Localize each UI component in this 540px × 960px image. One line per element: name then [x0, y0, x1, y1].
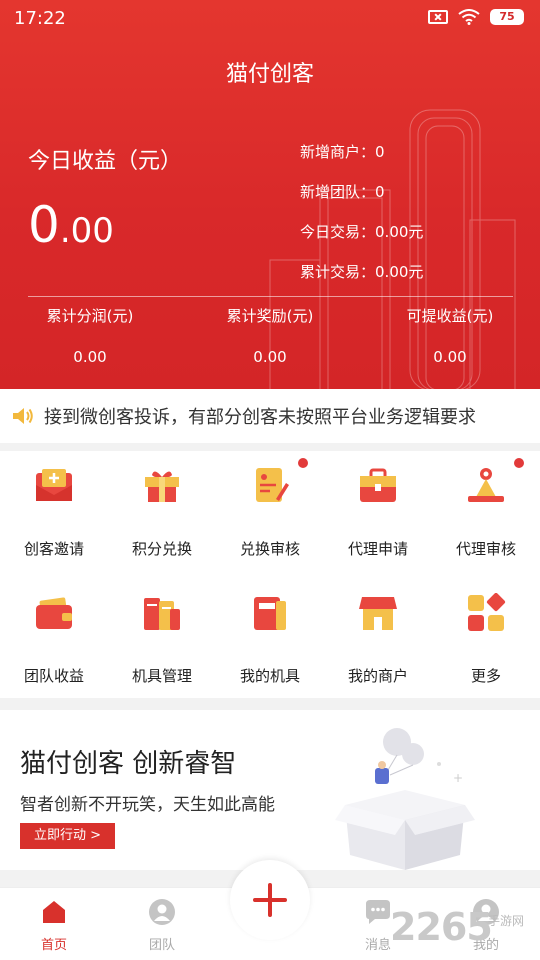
stat-value: 0	[375, 143, 385, 161]
gift-icon	[145, 471, 179, 502]
team-icon	[149, 899, 175, 925]
header: 17:22 75 猫付创客 今日收益（元） 0.00 新增商户： 0 新增团队： 0…	[0, 0, 540, 389]
stat-new-team: 新增团队： 0	[300, 180, 423, 220]
menu-grid: 创客邀请 积分兑换 兑换审核 代理申请 代理审核 团队收益 机具管理 我的机具 …	[0, 451, 540, 698]
total-value: 0.00	[253, 348, 287, 366]
notice-text: 接到微创客投诉，有部分创客未按照平台业务逻辑要求	[44, 407, 476, 428]
divider	[28, 296, 513, 297]
menu-item-label: 代理申请	[347, 540, 408, 558]
status-bar: 17:22 75	[0, 0, 540, 36]
menu-item-label: 我的机具	[239, 667, 300, 685]
status-time: 17:22	[14, 8, 66, 29]
stat-new-merchants: 新增商户： 0	[300, 140, 423, 180]
notification-dot	[298, 458, 308, 468]
total-value: 0.00	[433, 348, 467, 366]
invite-icon	[36, 469, 72, 501]
add-button[interactable]	[230, 860, 310, 940]
total-label: 可提收益(元)	[406, 307, 494, 325]
act-now-button[interactable]: 立即行动 >	[20, 823, 115, 849]
speaker-icon	[13, 408, 33, 424]
menu-item-more[interactable]: 更多	[432, 579, 540, 703]
gift-box-illustration: +	[335, 728, 475, 870]
stat-value: 0.00元	[375, 263, 424, 281]
stat-value: 0.00元	[375, 223, 424, 241]
wallet-icon	[36, 597, 72, 629]
menu-item-team-earnings[interactable]: 团队收益	[0, 579, 108, 703]
total-label: 累计分润(元)	[46, 307, 134, 325]
page-title: 猫付创客	[225, 62, 314, 87]
agent-review-icon	[468, 468, 504, 502]
review-doc-icon	[256, 468, 289, 502]
earnings-decimal: .00	[59, 211, 114, 251]
menu-item-label: 更多	[470, 667, 501, 685]
menu-item-exchange-review[interactable]: 兑换审核	[216, 451, 324, 575]
message-icon	[366, 900, 390, 924]
banner-title: 猫付创客 创新睿智	[20, 749, 237, 779]
plus-icon	[253, 883, 287, 917]
svg-text:+: +	[453, 771, 463, 785]
total-value: 0.00	[73, 348, 107, 366]
menu-item-my-devices[interactable]: 我的机具	[216, 579, 324, 703]
watermark-text: 手游网	[488, 914, 525, 928]
menu-item-label: 团队收益	[23, 667, 84, 685]
watermark-logo: 2265	[390, 905, 493, 949]
home-icon	[43, 901, 65, 923]
total-label: 累计奖励(元)	[226, 307, 314, 325]
nav-label: 首页	[40, 938, 67, 953]
stat-label: 新增团队：	[300, 183, 376, 201]
daily-stats: 新增商户： 0 新增团队： 0 今日交易： 0.00元 累计交易： 0.00元	[300, 140, 423, 300]
menu-item-label: 兑换审核	[239, 540, 300, 558]
more-grid-icon	[468, 593, 506, 631]
my-device-icon	[254, 597, 286, 630]
menu-item-agent-apply[interactable]: 代理申请	[324, 451, 432, 575]
totals-row: 累计分润(元) 0.00 累计奖励(元) 0.00 可提收益(元) 0.00	[0, 300, 540, 389]
today-earnings-value: 0.00	[28, 196, 114, 260]
menu-item-points-exchange[interactable]: 积分兑换	[108, 451, 216, 575]
stat-today-transactions: 今日交易： 0.00元	[300, 220, 423, 260]
today-earnings-label: 今日收益（元）	[28, 149, 183, 174]
notice-bar[interactable]: 接到微创客投诉，有部分创客未按照平台业务逻辑要求	[0, 389, 540, 443]
menu-item-label: 创客邀请	[23, 540, 84, 558]
stat-value: 0	[375, 183, 385, 201]
menu-item-agent-review[interactable]: 代理审核	[432, 451, 540, 575]
no-sim-icon	[428, 10, 448, 24]
menu-item-device-management[interactable]: 机具管理	[108, 579, 216, 703]
banner-subtitle: 智者创新不开玩笑，天生如此高能	[20, 795, 275, 815]
wifi-icon	[458, 9, 480, 25]
earnings-integer: 0	[28, 196, 60, 254]
stat-label: 累计交易：	[300, 263, 376, 281]
menu-item-my-merchants[interactable]: 我的商户	[324, 579, 432, 703]
menu-item-label: 代理审核	[455, 540, 516, 558]
menu-item-label: 我的商户	[347, 667, 408, 685]
stat-label: 今日交易：	[300, 223, 376, 241]
stat-label: 新增商户：	[300, 143, 376, 161]
devices-icon	[144, 598, 180, 630]
menu-item-label: 积分兑换	[131, 540, 192, 558]
nav-team[interactable]: 团队	[108, 888, 216, 960]
store-icon	[359, 597, 397, 630]
nav-home[interactable]: 首页	[0, 888, 108, 960]
briefcase-icon	[360, 468, 396, 502]
menu-item-invite[interactable]: 创客邀请	[0, 451, 108, 575]
battery-icon: 75	[490, 9, 524, 25]
nav-label: 团队	[148, 938, 175, 953]
stat-total-transactions: 累计交易： 0.00元	[300, 260, 423, 300]
notification-dot	[514, 458, 524, 468]
status-icons: 75	[428, 9, 524, 25]
promo-banner[interactable]: 猫付创客 创新睿智 智者创新不开玩笑，天生如此高能 立即行动 > +	[0, 710, 540, 870]
menu-item-label: 机具管理	[131, 667, 192, 685]
